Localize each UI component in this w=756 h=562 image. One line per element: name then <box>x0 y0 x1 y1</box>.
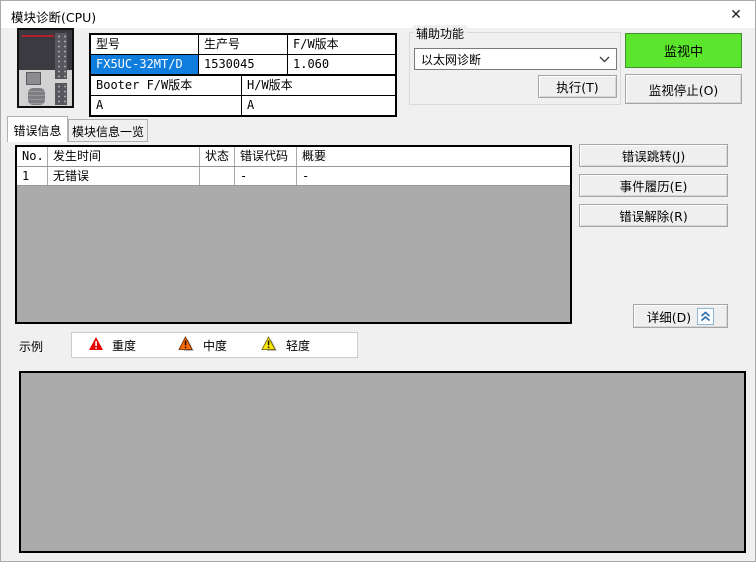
col-header-model: 型号 <box>91 35 198 54</box>
detail-button[interactable]: 详细(D) <box>633 304 728 328</box>
minor-warning-icon <box>261 336 278 355</box>
execute-button[interactable]: 执行(T) <box>538 75 617 98</box>
chevron-down-icon <box>599 52 610 66</box>
legend-item-minor: 轻度 <box>261 336 310 355</box>
col-header-fw: F/W版本 <box>288 35 395 54</box>
legend-item-moderate: 中度 <box>178 336 227 355</box>
page-title: 模块诊断(CPU) <box>11 7 96 26</box>
legend-item-severe: 重度 <box>88 336 136 354</box>
col-header-occurrence-time: 发生时间 <box>48 147 200 166</box>
tab-module-info-list[interactable]: 模块信息一览 <box>68 119 148 142</box>
col-header-status: 状态 <box>200 147 235 166</box>
module-info-table: 型号 生产号 F/W版本 FX5UC-32MT/D 1530045 1.060 … <box>89 33 397 117</box>
cell-occurrence-time: 无错误 <box>48 167 200 185</box>
hw-value-cell[interactable]: A <box>242 96 395 115</box>
chevron-double-up-icon <box>697 308 714 325</box>
tab-error-info[interactable]: 错误信息 <box>7 116 68 142</box>
cell-summary: - <box>297 167 570 185</box>
module-image-terminal <box>28 88 45 105</box>
col-header-serial: 生产号 <box>199 35 287 54</box>
aux-function-dropdown[interactable]: 以太网诊断 <box>414 48 617 70</box>
module-image-stripe <box>22 35 54 37</box>
legend-box: 重度 中度 轻度 <box>71 332 358 358</box>
error-jump-button[interactable]: 错误跳转(J) <box>579 144 728 167</box>
error-list: No. 发生时间 状态 错误代码 概要 1 无错误 - - <box>15 145 572 324</box>
aux-function-selected-value: 以太网诊断 <box>421 51 599 68</box>
module-image-connector <box>55 83 67 105</box>
model-value-cell[interactable]: FX5UC-32MT/D <box>91 55 198 74</box>
legend-item-label: 轻度 <box>286 337 310 354</box>
error-list-header: No. 发生时间 状态 错误代码 概要 <box>17 147 570 167</box>
col-header-summary: 概要 <box>297 147 570 166</box>
table-row[interactable]: 1 无错误 - - <box>17 167 570 186</box>
legend-title: 示例 <box>19 338 43 355</box>
close-icon[interactable]: ✕ <box>725 4 747 26</box>
col-header-booter: Booter F/W版本 <box>91 76 241 95</box>
col-header-hw: H/W版本 <box>242 76 395 95</box>
fw-value-cell[interactable]: 1.060 <box>288 55 395 74</box>
booter-value-cell[interactable]: A <box>91 96 241 115</box>
module-image[interactable] <box>17 28 74 108</box>
severe-warning-icon <box>88 336 104 354</box>
serial-value-cell[interactable]: 1530045 <box>199 55 287 74</box>
module-image-port <box>26 72 41 85</box>
legend-item-label: 中度 <box>203 337 227 354</box>
monitoring-status-button[interactable]: 监视中 <box>625 33 742 68</box>
titlebar: 模块诊断(CPU) ✕ <box>1 1 755 28</box>
event-history-button[interactable]: 事件履历(E) <box>579 174 728 197</box>
col-header-error-code: 错误代码 <box>235 147 297 166</box>
detail-button-label: 详细(D) <box>647 307 691 326</box>
error-clear-button[interactable]: 错误解除(R) <box>579 204 728 227</box>
legend-item-label: 重度 <box>112 337 136 354</box>
aux-function-label: 辅助功能 <box>413 25 467 42</box>
moderate-warning-icon <box>178 336 195 355</box>
detail-panel <box>19 371 746 553</box>
cell-no: 1 <box>17 167 48 185</box>
module-diagnostics-dialog: 模块诊断(CPU) ✕ 型号 生产号 F/W版本 FX5UC-32MT/D 15… <box>0 0 756 562</box>
cell-status <box>200 167 235 185</box>
monitor-stop-button[interactable]: 监视停止(O) <box>625 74 742 104</box>
cell-error-code: - <box>235 167 297 185</box>
module-image-connector <box>55 33 67 79</box>
col-header-no: No. <box>17 147 48 166</box>
